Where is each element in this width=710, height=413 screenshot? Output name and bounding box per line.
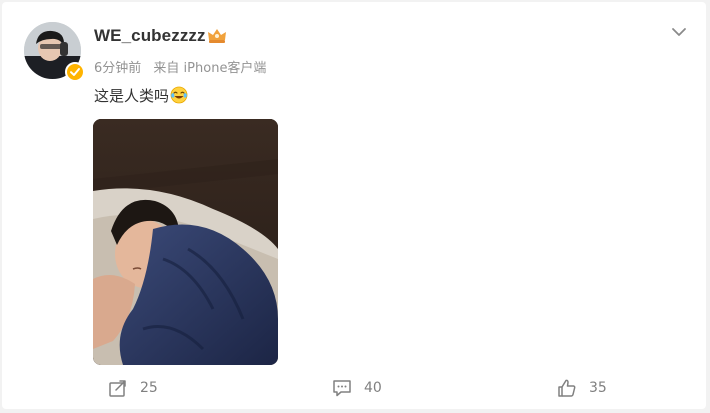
chevron-down-icon[interactable] [670, 24, 688, 38]
crown-badge-icon[interactable] [206, 27, 228, 45]
post-time[interactable]: 6分钟前 [94, 61, 141, 76]
repost-count: 25 [140, 380, 158, 396]
comment-count: 40 [364, 380, 382, 396]
weibo-post-card: WE_cubezzzz 6分钟前 来自 iPhone客户端 这是人类吗 25 4… [2, 2, 706, 409]
repost-button[interactable]: 25 [108, 374, 158, 402]
verified-badge-icon [65, 62, 85, 82]
like-button[interactable]: 35 [557, 374, 607, 402]
comment-icon [333, 380, 351, 397]
post-photo[interactable] [93, 119, 278, 365]
post-actions-bar: 25 40 35 [2, 374, 706, 402]
laughing-tears-emoji-icon [170, 86, 188, 104]
post-text: 这是人类吗 [94, 86, 188, 106]
like-count: 35 [589, 380, 607, 396]
repost-icon [109, 380, 126, 397]
comment-button[interactable]: 40 [332, 374, 382, 402]
post-text-content: 这是人类吗 [94, 87, 170, 105]
post-source: 来自 iPhone客户端 [153, 61, 267, 76]
post-meta: 6分钟前 来自 iPhone客户端 [94, 57, 274, 76]
thumbs-up-icon [558, 379, 576, 397]
username-link[interactable]: WE_cubezzzz [94, 26, 206, 46]
